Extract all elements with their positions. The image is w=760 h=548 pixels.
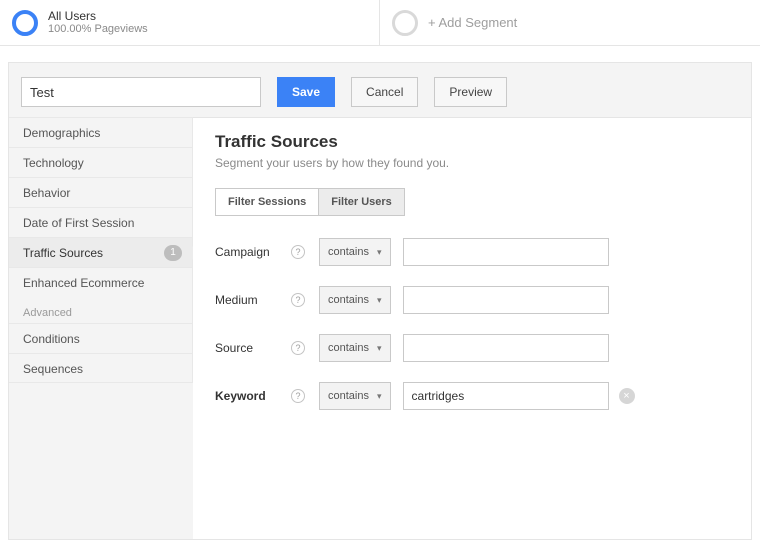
value-input-campaign[interactable] bbox=[403, 238, 609, 266]
add-segment[interactable]: + Add Segment bbox=[380, 0, 760, 45]
sidebar-item-enhanced-ecommerce[interactable]: Enhanced Ecommerce bbox=[9, 267, 193, 297]
sidebar-item-conditions[interactable]: Conditions bbox=[9, 323, 193, 353]
row-label: Campaign bbox=[215, 245, 287, 259]
action-bar: Save Cancel Preview bbox=[9, 63, 751, 117]
tab-filter-sessions[interactable]: Filter Sessions bbox=[215, 188, 319, 216]
cancel-button[interactable]: Cancel bbox=[351, 77, 418, 107]
sidebar-item-behavior[interactable]: Behavior bbox=[9, 177, 193, 207]
help-icon[interactable]: ? bbox=[291, 341, 305, 355]
sidebar-item-label: Traffic Sources bbox=[23, 246, 103, 260]
operator-label: contains bbox=[328, 342, 369, 354]
help-icon[interactable]: ? bbox=[291, 245, 305, 259]
operator-select[interactable]: contains ▾ bbox=[319, 334, 391, 362]
chevron-down-icon: ▾ bbox=[377, 295, 382, 306]
sidebar-item-technology[interactable]: Technology bbox=[9, 147, 193, 177]
sidebar-item-date-first-session[interactable]: Date of First Session bbox=[9, 207, 193, 237]
save-button[interactable]: Save bbox=[277, 77, 335, 107]
sidebar-item-label: Date of First Session bbox=[23, 216, 134, 230]
operator-label: contains bbox=[328, 390, 369, 402]
value-input-source[interactable] bbox=[403, 334, 609, 362]
row-keyword: Keyword ? contains ▾ × bbox=[215, 382, 731, 410]
value-input-medium[interactable] bbox=[403, 286, 609, 314]
sidebar-item-label: Behavior bbox=[23, 186, 70, 200]
operator-select[interactable]: contains ▾ bbox=[319, 286, 391, 314]
operator-select[interactable]: contains ▾ bbox=[319, 382, 391, 410]
segment-title: All Users bbox=[48, 10, 148, 24]
sidebar-item-label: Technology bbox=[23, 156, 84, 170]
row-label: Source bbox=[215, 341, 287, 355]
sidebar-item-label: Sequences bbox=[23, 362, 83, 376]
clear-icon[interactable]: × bbox=[619, 388, 635, 404]
segment-builder: Save Cancel Preview Demographics Technol… bbox=[8, 62, 752, 540]
sidebar-group-advanced: Advanced bbox=[9, 297, 193, 323]
segment-ring-icon bbox=[12, 10, 38, 36]
operator-label: contains bbox=[328, 246, 369, 258]
panel-title: Traffic Sources bbox=[215, 132, 731, 152]
add-segment-label: + Add Segment bbox=[428, 15, 517, 30]
chevron-down-icon: ▾ bbox=[377, 343, 382, 354]
segment-name-input[interactable] bbox=[21, 77, 261, 107]
operator-select[interactable]: contains ▾ bbox=[319, 238, 391, 266]
operator-label: contains bbox=[328, 294, 369, 306]
filter-scope-tabs: Filter Sessions Filter Users bbox=[215, 188, 405, 216]
preview-button[interactable]: Preview bbox=[434, 77, 507, 107]
tab-filter-users[interactable]: Filter Users bbox=[319, 188, 405, 216]
help-icon[interactable]: ? bbox=[291, 293, 305, 307]
segment-subtitle: 100.00% Pageviews bbox=[48, 23, 148, 35]
row-campaign: Campaign ? contains ▾ bbox=[215, 238, 731, 266]
segment-all-users[interactable]: All Users 100.00% Pageviews bbox=[0, 0, 380, 45]
sidebar-item-sequences[interactable]: Sequences bbox=[9, 353, 193, 383]
sidebar-item-label: Demographics bbox=[23, 126, 100, 140]
sidebar-item-label: Conditions bbox=[23, 332, 80, 346]
row-medium: Medium ? contains ▾ bbox=[215, 286, 731, 314]
segment-bar: All Users 100.00% Pageviews + Add Segmen… bbox=[0, 0, 760, 46]
row-source: Source ? contains ▾ bbox=[215, 334, 731, 362]
panel-subtitle: Segment your users by how they found you… bbox=[215, 156, 731, 170]
add-segment-ring-icon bbox=[392, 10, 418, 36]
sidebar-item-demographics[interactable]: Demographics bbox=[9, 117, 193, 147]
main-panel: Traffic Sources Segment your users by ho… bbox=[193, 117, 751, 539]
sidebar-item-traffic-sources[interactable]: Traffic Sources 1 bbox=[9, 237, 193, 267]
chevron-down-icon: ▾ bbox=[377, 247, 382, 258]
row-label: Keyword bbox=[215, 389, 287, 403]
row-label: Medium bbox=[215, 293, 287, 307]
help-icon[interactable]: ? bbox=[291, 389, 305, 403]
sidebar: Demographics Technology Behavior Date of… bbox=[9, 117, 193, 539]
sidebar-item-count-badge: 1 bbox=[164, 245, 182, 261]
value-input-keyword[interactable] bbox=[403, 382, 609, 410]
chevron-down-icon: ▾ bbox=[377, 391, 382, 402]
sidebar-item-label: Enhanced Ecommerce bbox=[23, 276, 144, 290]
